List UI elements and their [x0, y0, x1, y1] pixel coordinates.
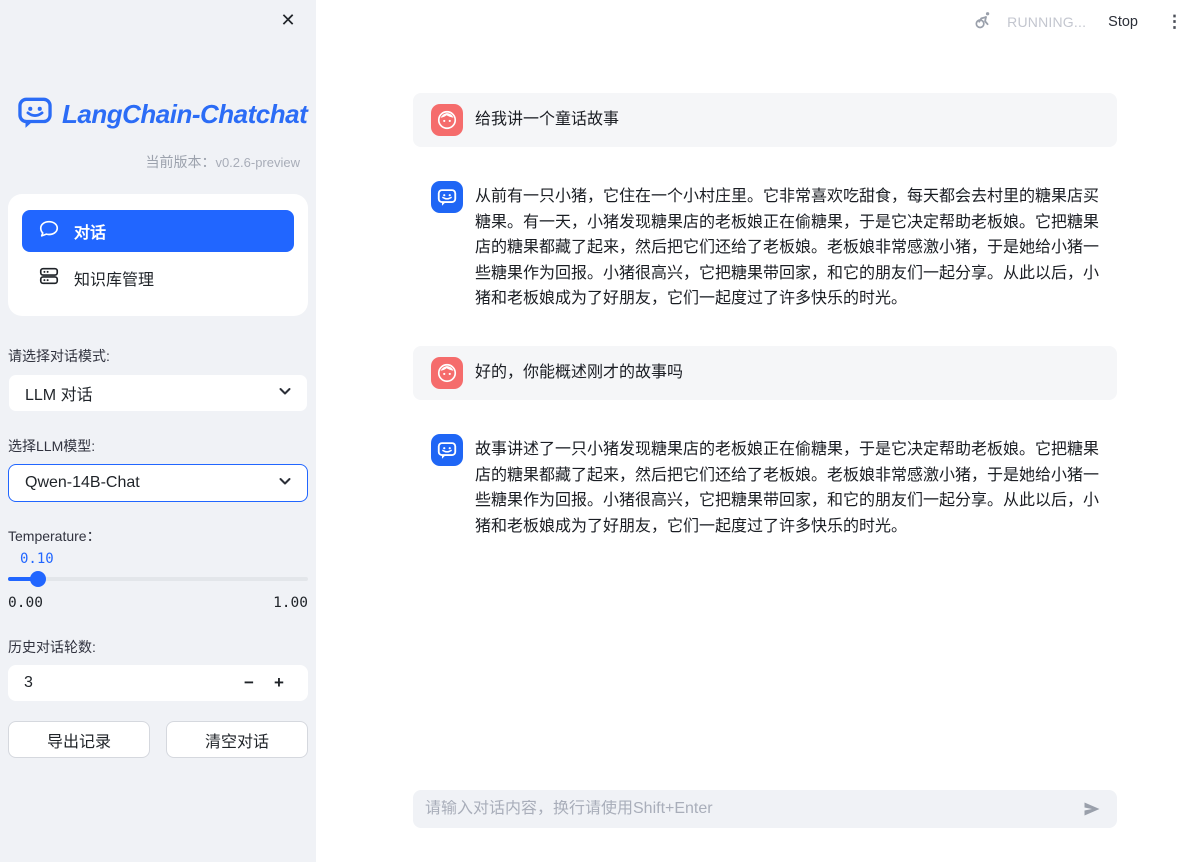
sidebar-close-icon[interactable]: ✕ [274, 6, 302, 34]
kebab-menu-icon[interactable]: ⋮ [1160, 10, 1189, 34]
llm-model-select[interactable]: Qwen-14B-Chat [8, 464, 308, 502]
chat-message-text: 故事讲述了一只小猪发现糖果店的老板娘正在偷糖果，于是它决定帮助老板娘。它把糖果店… [475, 434, 1099, 539]
chat-message: 故事讲述了一只小猪发现糖果店的老板娘正在偷糖果，于是它决定帮助老板娘。它把糖果店… [413, 434, 1117, 539]
user-avatar [431, 104, 463, 136]
send-icon[interactable] [1079, 797, 1105, 821]
chat-message-text: 好的，你能概述刚才的故事吗 [475, 360, 683, 386]
chat-input-bar [413, 790, 1117, 828]
database-icon [38, 265, 60, 292]
chat-message: 从前有一只小猪，它住在一个小村庄里。它非常喜欢吃甜食，每天都会去村里的糖果店买糖… [413, 181, 1117, 312]
version-label: 当前版本： [145, 154, 215, 170]
chat-message-list: 给我讲一个童话故事 从前有一只小猪，它住在一个小村庄里。它非常喜欢吃甜食，每天都… [413, 0, 1117, 772]
main-area: RUNNING... Stop ⋮ 给我讲一个童话故事 [316, 0, 1199, 862]
app-logo: LangChain-Chatchat [16, 93, 316, 136]
sidebar-item-label: 对话 [74, 219, 106, 243]
app-window: ✕ LangChain-Chatchat 当前版本：v0.2.6-preview [0, 0, 1199, 862]
stop-button[interactable]: Stop [1100, 10, 1146, 34]
sidebar-item-label: 知识库管理 [74, 266, 154, 290]
llm-model-label: 选择LLM模型: [8, 436, 308, 456]
history-rounds-label: 历史对话轮数: [8, 637, 308, 657]
llm-model-value: Qwen-14B-Chat [25, 474, 140, 492]
chevron-down-icon [277, 473, 293, 494]
temperature-value: 0.10 [20, 551, 308, 567]
running-man-icon [973, 10, 993, 35]
dialog-mode-label: 请选择对话模式: [8, 346, 308, 366]
version-value: v0.2.6-preview [215, 155, 300, 170]
chat-bubble-logo-icon [16, 93, 54, 136]
history-rounds-stepper: − + [8, 665, 308, 701]
chat-message: 给我讲一个童话故事 [413, 93, 1117, 147]
slider-thumb[interactable] [30, 571, 46, 587]
clear-dialog-button[interactable]: 清空对话 [166, 721, 308, 758]
status-running-text: RUNNING... [1007, 14, 1086, 30]
slider-min-label: 0.00 [8, 595, 43, 611]
logo-text: LangChain-Chatchat [62, 99, 307, 130]
temperature-control: Temperature： 0.10 0.00 1.00 [8, 526, 308, 611]
dialog-mode-select[interactable]: LLM 对话 [8, 374, 308, 412]
dialog-mode-value: LLM 对话 [25, 381, 93, 405]
export-history-button[interactable]: 导出记录 [8, 721, 150, 758]
sidebar-item-knowledge-base[interactable]: 知识库管理 [22, 258, 294, 298]
assistant-avatar [431, 434, 463, 466]
speech-bubble-icon [38, 218, 60, 245]
decrement-button[interactable]: − [234, 668, 264, 698]
chat-message-text: 给我讲一个童话故事 [475, 107, 619, 133]
sidebar: ✕ LangChain-Chatchat 当前版本：v0.2.6-preview [0, 0, 316, 862]
chat-message: 好的，你能概述刚才的故事吗 [413, 346, 1117, 400]
temperature-slider[interactable] [8, 571, 308, 587]
chat-message-text: 从前有一只小猪，它住在一个小村庄里。它非常喜欢吃甜食，每天都会去村里的糖果店买糖… [475, 181, 1099, 312]
chevron-down-icon [277, 383, 293, 404]
increment-button[interactable]: + [264, 668, 294, 698]
slider-max-label: 1.00 [273, 595, 308, 611]
chat-input[interactable] [425, 800, 1079, 818]
version-info: 当前版本：v0.2.6-preview [0, 152, 300, 172]
user-avatar [431, 357, 463, 389]
temperature-label: Temperature： [8, 526, 308, 546]
history-rounds-input[interactable] [8, 674, 234, 692]
nav-menu: 对话 知识库管理 [8, 194, 308, 316]
sidebar-item-dialog[interactable]: 对话 [22, 210, 294, 252]
app-header: RUNNING... Stop ⋮ [632, 0, 1199, 44]
assistant-avatar [431, 181, 463, 213]
